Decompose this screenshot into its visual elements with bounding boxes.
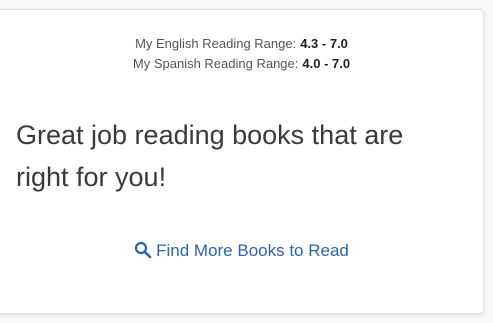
- spanish-range-row: My Spanish Reading Range: 4.0 - 7.0: [0, 54, 483, 74]
- search-icon: [134, 241, 152, 259]
- reading-range-card: My English Reading Range: 4.3 - 7.0 My Sp…: [0, 9, 484, 314]
- spanish-range-label: My Spanish Reading Range:: [132, 56, 299, 71]
- english-range-value: 4.3 - 7.0: [300, 36, 348, 51]
- reading-ranges: My English Reading Range: 4.3 - 7.0 My Sp…: [0, 34, 483, 74]
- find-more-books-label: Find More Books to Read: [156, 241, 349, 260]
- english-range-label: My English Reading Range:: [135, 36, 297, 51]
- spanish-range-value: 4.0 - 7.0: [302, 56, 351, 71]
- encouragement-message: Great job reading books that are right f…: [16, 120, 404, 192]
- english-range-row: My English Reading Range: 4.3 - 7.0: [0, 34, 483, 54]
- find-more-books-link[interactable]: Find More Books to Read: [0, 238, 483, 264]
